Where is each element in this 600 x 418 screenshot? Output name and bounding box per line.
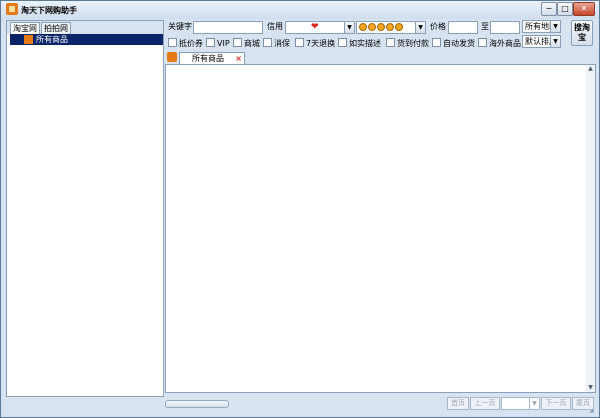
- filter-mall[interactable]: 商城: [233, 38, 260, 48]
- horizontal-scrollbar[interactable]: [165, 400, 229, 408]
- price-max-input[interactable]: [490, 21, 520, 34]
- title-bar[interactable]: 淘天下网购助手 − □ ✕: [1, 1, 599, 19]
- filter-auto-ship[interactable]: 自动发货: [432, 38, 475, 48]
- vertical-scrollbar[interactable]: ▲ ▼: [586, 65, 595, 392]
- prev-page-button[interactable]: 上一页: [470, 397, 500, 410]
- filter-as-described[interactable]: 如实描述: [338, 38, 381, 48]
- price-to-label: 至: [481, 22, 489, 31]
- filter-coupon[interactable]: 抵价券: [168, 38, 203, 48]
- category-label: 所有商品: [36, 35, 68, 44]
- heart-icon: ❤: [311, 22, 319, 32]
- left-panel: 淘宝网 拍拍网 所有商品: [6, 20, 164, 397]
- app-logo-icon: [6, 3, 18, 15]
- filter-7day-return[interactable]: 7天退换: [295, 38, 335, 48]
- category-tree-item[interactable]: 所有商品: [10, 34, 163, 45]
- filter-overseas[interactable]: 海外商品: [478, 38, 521, 48]
- scroll-down-icon[interactable]: ▼: [586, 384, 595, 392]
- site-tabs: 淘宝网 拍拍网: [7, 21, 163, 35]
- chevron-down-icon: ▼: [550, 21, 560, 32]
- next-page-button[interactable]: 下一页: [541, 397, 571, 410]
- region-select[interactable]: 所有地区 ▼: [522, 20, 561, 33]
- price-min-input[interactable]: [448, 21, 478, 34]
- sort-select[interactable]: 默认排序 ▼: [522, 35, 561, 48]
- category-icon: [24, 35, 33, 44]
- credit-min-select[interactable]: ❤ ▼: [285, 21, 355, 34]
- results-panel: ▲ ▼: [165, 64, 596, 393]
- close-button[interactable]: ✕: [573, 2, 595, 16]
- chevron-down-icon: ▼: [344, 22, 354, 33]
- chevron-down-icon: ▼: [550, 36, 560, 47]
- filter-cod[interactable]: 货到付款: [386, 38, 429, 48]
- search-button-label: 搜淘宝: [574, 23, 590, 42]
- price-label: 价格: [430, 22, 446, 31]
- credit-max-select[interactable]: ▼: [356, 21, 426, 34]
- minimize-button[interactable]: −: [541, 2, 557, 16]
- search-button[interactable]: 搜淘宝: [571, 20, 593, 46]
- resize-grip-icon[interactable]: ◢: [589, 407, 597, 415]
- chevron-down-icon: ▼: [529, 398, 539, 409]
- chevron-down-icon: ▼: [415, 22, 425, 33]
- filter-protection[interactable]: 消保: [263, 38, 290, 48]
- crown-icon: [359, 23, 404, 34]
- scroll-up-icon[interactable]: ▲: [586, 65, 595, 73]
- maximize-button[interactable]: □: [557, 2, 573, 16]
- page-select[interactable]: ▼: [501, 397, 540, 410]
- main-window: 淘天下网购助手 − □ ✕ 淘宝网 拍拍网 所有商品 关键字 信用 ❤ ▼ ▼ …: [0, 0, 600, 418]
- result-tab-strip: 所有商品 ×: [165, 51, 596, 65]
- credit-label: 信用: [267, 22, 283, 31]
- keyword-label: 关键字: [168, 22, 192, 31]
- filter-vip[interactable]: VIP: [206, 38, 230, 48]
- first-page-button[interactable]: 首页: [447, 397, 469, 410]
- window-title: 淘天下网购助手: [21, 6, 77, 15]
- tab-app-icon: [167, 52, 177, 62]
- keyword-input[interactable]: [193, 21, 263, 34]
